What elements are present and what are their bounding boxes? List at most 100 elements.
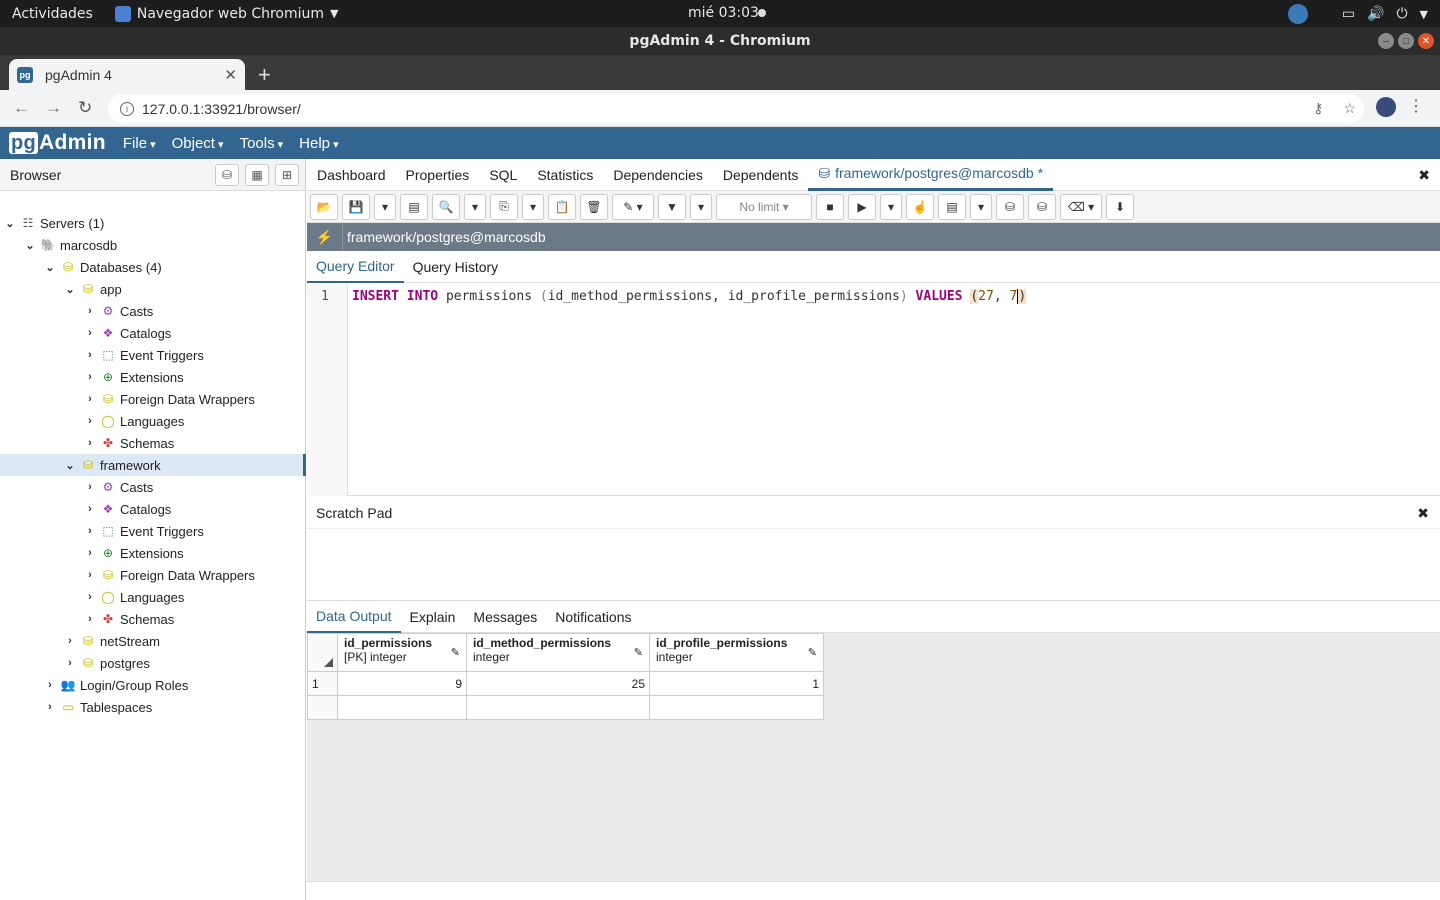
new-tab-icon[interactable]: + xyxy=(258,62,271,88)
expand-chevron-icon[interactable]: › xyxy=(84,415,96,427)
forward-icon[interactable]: → xyxy=(45,98,62,118)
filter-rows-icon[interactable]: ⊞ xyxy=(275,163,299,186)
table-cell-empty[interactable] xyxy=(466,695,650,720)
table-cell[interactable]: 25 xyxy=(466,671,650,696)
sql-editor[interactable]: 1 INSERT INTO permissions (id_method_per… xyxy=(307,285,1440,496)
commit-icon[interactable]: ⛁ xyxy=(996,193,1024,220)
tab-query-editor[interactable]: Query Editor xyxy=(307,251,404,283)
copy-icon[interactable]: ⎘ xyxy=(490,193,518,220)
tree-node[interactable]: › ◯ Languages xyxy=(0,586,306,608)
filter-dropdown-icon[interactable]: ▾ xyxy=(690,193,712,220)
connection-status-icon[interactable]: ⚡ xyxy=(307,223,343,251)
expand-chevron-icon[interactable]: › xyxy=(84,393,96,405)
save-dropdown-icon[interactable]: ▾ xyxy=(374,193,396,220)
expand-chevron-icon[interactable]: › xyxy=(84,613,96,625)
explain-icon[interactable]: ☝ xyxy=(906,193,934,220)
key-icon[interactable]: ⚷ xyxy=(1313,100,1323,117)
expand-chevron-icon[interactable]: › xyxy=(84,349,96,361)
paste-icon[interactable]: 📋 xyxy=(548,193,576,220)
menu-help[interactable]: Help xyxy=(299,135,338,152)
stop-icon[interactable]: ■ xyxy=(816,193,844,220)
table-cell[interactable]: 1 xyxy=(649,671,824,696)
tab-data-output[interactable]: Data Output xyxy=(307,601,401,633)
tab-dependencies[interactable]: Dependencies xyxy=(603,159,713,191)
menu-file[interactable]: File xyxy=(123,135,156,152)
close-icon[interactable]: ✕ xyxy=(1418,33,1434,49)
query-tool-icon[interactable]: ⛁ xyxy=(215,163,239,186)
expand-chevron-icon[interactable]: › xyxy=(44,679,56,691)
app-menu[interactable]: Navegador web Chromium ▼ xyxy=(114,5,339,22)
column-header[interactable]: id_method_permissions integer ✎ xyxy=(466,633,650,672)
execute-dropdown-icon[interactable]: ▾ xyxy=(880,193,902,220)
expand-chevron-icon[interactable]: › xyxy=(84,481,96,493)
table-cell-empty[interactable] xyxy=(649,695,824,720)
menu-object[interactable]: Object xyxy=(172,135,224,152)
collapse-chevron-icon[interactable]: ⌄ xyxy=(24,239,36,252)
tree-node[interactable]: › ⛁ netStream xyxy=(0,630,306,652)
tree-node[interactable]: › ⛁ postgres xyxy=(0,652,306,674)
close-scratch-pad-icon[interactable]: ✖ xyxy=(1417,505,1429,522)
tree-node[interactable]: › ⬚ Event Triggers xyxy=(0,520,306,542)
column-header[interactable]: id_permissions [PK] integer ✎ xyxy=(337,633,467,672)
back-icon[interactable]: ← xyxy=(13,98,30,118)
tree-node[interactable]: › ✤ Schemas xyxy=(0,432,306,454)
clear-dropdown-icon[interactable]: ⌫ ▾ xyxy=(1060,193,1102,220)
expand-chevron-icon[interactable]: › xyxy=(64,657,76,669)
tab-dashboard[interactable]: Dashboard xyxy=(307,159,396,191)
find-dropdown-icon[interactable]: ▾ xyxy=(464,193,486,220)
execute-icon[interactable]: ▶ xyxy=(848,193,876,220)
tree-node[interactable]: › ⬚ Event Triggers xyxy=(0,344,306,366)
tree-node[interactable]: › ⊕ Extensions xyxy=(0,366,306,388)
browser-menu-icon[interactable]: ⋮ xyxy=(1408,96,1424,116)
tree-node[interactable]: ⌄ 🐘 marcosdb xyxy=(0,234,306,256)
reload-icon[interactable]: ↻ xyxy=(78,98,92,118)
limit-select[interactable]: No limit ▾ xyxy=(716,193,812,220)
explain-analyze-icon[interactable]: ▤ xyxy=(938,193,966,220)
system-tray[interactable]: ▭ 🔊 ⏻ ▼ xyxy=(1287,4,1428,24)
rollback-icon[interactable]: ⛁ xyxy=(1028,193,1056,220)
expand-chevron-icon[interactable]: › xyxy=(84,591,96,603)
expand-chevron-icon[interactable]: › xyxy=(84,327,96,339)
expand-chevron-icon[interactable]: › xyxy=(84,371,96,383)
maximize-icon[interactable]: □ xyxy=(1398,33,1414,49)
minimize-icon[interactable]: – xyxy=(1378,33,1394,49)
sql-code[interactable]: INSERT INTO permissions (id_method_permi… xyxy=(352,289,1027,304)
tree-node[interactable]: › ⚙ Casts xyxy=(0,476,306,498)
copy-dropdown-icon[interactable]: ▾ xyxy=(522,193,544,220)
collapse-chevron-icon[interactable]: ⌄ xyxy=(64,283,76,296)
tree-node[interactable]: › ▭ Tablespaces xyxy=(0,696,306,718)
edit-dropdown-icon[interactable]: ✎ ▾ xyxy=(612,193,654,220)
save-data-icon[interactable]: ▤ xyxy=(400,193,428,220)
select-all-corner[interactable] xyxy=(307,633,338,672)
tab-query-tool[interactable]: ⛁ framework/postgres@marcosdb * xyxy=(808,159,1054,191)
delete-icon[interactable]: 🗑 xyxy=(580,193,608,220)
tab-query-history[interactable]: Query History xyxy=(404,251,508,283)
explain-dropdown-icon[interactable]: ▾ xyxy=(970,193,992,220)
tree-node[interactable]: ⌄ ⛁ framework xyxy=(0,454,306,476)
tree-node[interactable]: › ⚙ Casts xyxy=(0,300,306,322)
tree-node[interactable]: › ✤ Schemas xyxy=(0,608,306,630)
collapse-chevron-icon[interactable]: ⌄ xyxy=(64,459,76,472)
tree-node[interactable]: › ◯ Languages xyxy=(0,410,306,432)
table-cell-empty[interactable] xyxy=(337,695,467,720)
row-number[interactable]: 1 xyxy=(307,671,338,696)
tab-sql[interactable]: SQL xyxy=(479,159,527,191)
menu-tools[interactable]: Tools xyxy=(240,135,284,152)
tab-messages[interactable]: Messages xyxy=(464,601,546,633)
filter-icon[interactable]: ▼ xyxy=(658,193,686,220)
activities-button[interactable]: Actividades xyxy=(12,6,93,22)
tree-node[interactable]: › ❖ Catalogs xyxy=(0,498,306,520)
collapse-chevron-icon[interactable]: ⌄ xyxy=(4,217,16,230)
collapse-chevron-icon[interactable]: ⌄ xyxy=(44,261,56,274)
tree-node[interactable]: › ❖ Catalogs xyxy=(0,322,306,344)
tree-node[interactable]: ⌄ ☷ Servers (1) xyxy=(0,212,306,234)
close-panel-icon[interactable]: ✖ xyxy=(1418,167,1430,184)
tree-node[interactable]: ⌄ ⛁ Databases (4) xyxy=(0,256,306,278)
open-file-icon[interactable]: 📂 xyxy=(310,193,338,220)
info-icon[interactable]: i xyxy=(120,101,134,116)
expand-chevron-icon[interactable]: › xyxy=(84,437,96,449)
expand-chevron-icon[interactable]: › xyxy=(84,569,96,581)
table-row[interactable]: 1 9 25 1 xyxy=(307,671,824,696)
column-header[interactable]: id_profile_permissions integer ✎ xyxy=(649,633,824,672)
bookmark-star-icon[interactable]: ☆ xyxy=(1343,100,1356,117)
